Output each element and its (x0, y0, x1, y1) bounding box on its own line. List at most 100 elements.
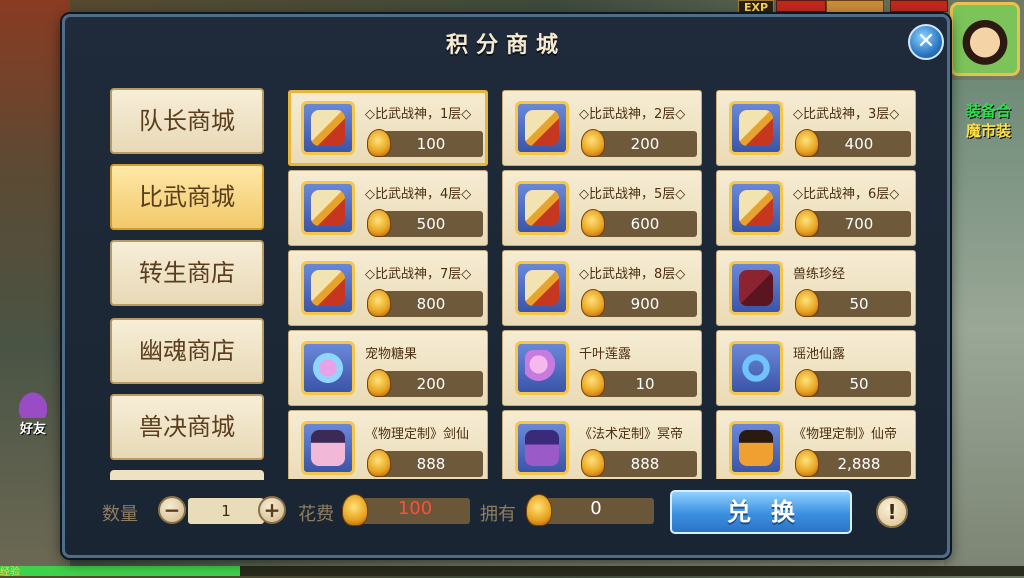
book-icon (729, 261, 783, 315)
coin-icon (581, 449, 605, 477)
cost-coin-icon (342, 494, 368, 526)
item-card[interactable]: ◇比武战神，4层◇ 500 (288, 170, 488, 246)
item-price: 900 (593, 291, 697, 317)
item-card[interactable]: ◇比武战神，5层◇ 600 (502, 170, 702, 246)
coin-icon (795, 449, 819, 477)
item-price: 10 (593, 371, 697, 397)
item-card[interactable]: 千叶莲露 10 (502, 330, 702, 406)
item-card[interactable]: ◇比武战神，3层◇ 400 (716, 90, 916, 166)
tab-beast-skill-shop[interactable]: 兽决商城 (110, 394, 264, 460)
item-name: 《法术定制》冥帝 (579, 427, 684, 442)
item-price: 200 (593, 131, 697, 157)
coin-icon (795, 129, 819, 157)
item-name: ◇比武战神，3层◇ (793, 107, 900, 122)
close-button[interactable]: ✕ (908, 24, 944, 60)
scroll-icon (729, 101, 783, 155)
scroll-icon (301, 181, 355, 235)
quantity-input[interactable]: 1 (188, 498, 264, 524)
hero-xiandi-icon (729, 421, 783, 475)
side-text-equip-merge[interactable]: 装备合 (966, 100, 1024, 121)
hero-mingdi-icon (515, 421, 569, 475)
tab-ghost-shop[interactable]: 幽魂商店 (110, 318, 264, 384)
item-name: 宠物糖果 (365, 347, 418, 362)
coin-icon (367, 289, 391, 317)
game-world-right (944, 80, 1024, 576)
owned-value: 0 (538, 498, 654, 524)
side-text-market[interactable]: 魔市装 (966, 120, 1024, 141)
cost-value: 100 (360, 498, 470, 524)
scroll-icon (301, 101, 355, 155)
quantity-label: 数量 (102, 504, 138, 525)
coin-icon (581, 129, 605, 157)
info-icon[interactable]: ! (876, 496, 908, 528)
candy-icon (301, 341, 355, 395)
item-card[interactable]: ◇比武战神，8层◇ 900 (502, 250, 702, 326)
lotus-dew-icon (515, 341, 569, 395)
tab-rebirth-shop[interactable]: 转生商店 (110, 240, 264, 306)
coin-icon (795, 209, 819, 237)
item-card[interactable]: 宠物糖果 200 (288, 330, 488, 406)
coin-icon (367, 369, 391, 397)
item-price: 50 (807, 291, 911, 317)
item-price: 600 (593, 211, 697, 237)
friend-hat-icon (15, 388, 51, 418)
item-name: ◇比武战神，7层◇ (365, 267, 472, 282)
item-card[interactable]: 瑶池仙露 50 (716, 330, 916, 406)
scroll-icon (515, 261, 569, 315)
fairy-dew-icon (729, 341, 783, 395)
coin-icon (367, 449, 391, 477)
scroll-icon (515, 181, 569, 235)
hp-bar (776, 0, 826, 12)
item-card[interactable]: ◇比武战神，1层◇ 100 (288, 90, 488, 166)
item-card[interactable]: 《物理定制》剑仙 888 (288, 410, 488, 479)
coin-icon (367, 209, 391, 237)
item-name: ◇比武战神，8层◇ (579, 267, 686, 282)
player-avatar[interactable] (950, 2, 1020, 76)
coin-icon (367, 129, 391, 157)
hero-jianxian-icon (301, 421, 355, 475)
item-price: 400 (807, 131, 911, 157)
scroll-icon (301, 261, 355, 315)
item-price: 100 (379, 131, 483, 157)
item-name: ◇比武战神，1层◇ (365, 107, 472, 122)
item-card[interactable]: ◇比武战神，7层◇ 800 (288, 250, 488, 326)
item-card[interactable]: ◇比武战神，6层◇ 700 (716, 170, 916, 246)
item-price: 888 (379, 451, 483, 477)
item-price: 800 (379, 291, 483, 317)
item-name: 《物理定制》仙帝 (793, 427, 898, 442)
quantity-plus-button[interactable]: + (258, 496, 286, 524)
owned-label: 拥有 (480, 504, 516, 525)
scroll-icon (515, 101, 569, 155)
coin-icon (581, 209, 605, 237)
item-price: 200 (379, 371, 483, 397)
scroll-icon (729, 181, 783, 235)
exchange-button[interactable]: 兑换 (670, 490, 852, 534)
coin-icon (795, 289, 819, 317)
quantity-minus-button[interactable]: − (158, 496, 186, 524)
exp-bar-fill (0, 566, 240, 576)
item-name: ◇比武战神，5层◇ (579, 187, 686, 202)
item-name: 瑶池仙露 (793, 347, 846, 362)
item-card[interactable]: 兽练珍经 50 (716, 250, 916, 326)
coin-icon (581, 289, 605, 317)
dialog-title: 积分商城 (445, 33, 566, 58)
tab-list-overflow (110, 470, 264, 480)
item-card[interactable]: ◇比武战神，2层◇ 200 (502, 90, 702, 166)
item-name: ◇比武战神，4层◇ (365, 187, 472, 202)
item-grid[interactable]: ◇比武战神，1层◇ 100 ◇比武战神，2层◇ 200 ◇比武战神，3层◇ 400 ◇比武战… (288, 90, 922, 479)
item-name: ◇比武战神，2层◇ (579, 107, 686, 122)
item-price: 2,888 (807, 451, 911, 477)
item-price: 50 (807, 371, 911, 397)
item-price: 500 (379, 211, 483, 237)
game-world-left (0, 0, 70, 576)
item-price: 700 (807, 211, 911, 237)
item-price: 888 (593, 451, 697, 477)
coin-icon (581, 369, 605, 397)
coin-icon (795, 369, 819, 397)
item-card[interactable]: 《物理定制》仙帝 2,888 (716, 410, 916, 479)
tab-captain-shop[interactable]: 队长商城 (110, 88, 264, 154)
friend-button[interactable]: 好友 (10, 388, 56, 440)
item-card[interactable]: 《法术定制》冥帝 888 (502, 410, 702, 479)
tab-arena-shop[interactable]: 比武商城 (110, 164, 264, 230)
mp-bar (890, 0, 948, 12)
